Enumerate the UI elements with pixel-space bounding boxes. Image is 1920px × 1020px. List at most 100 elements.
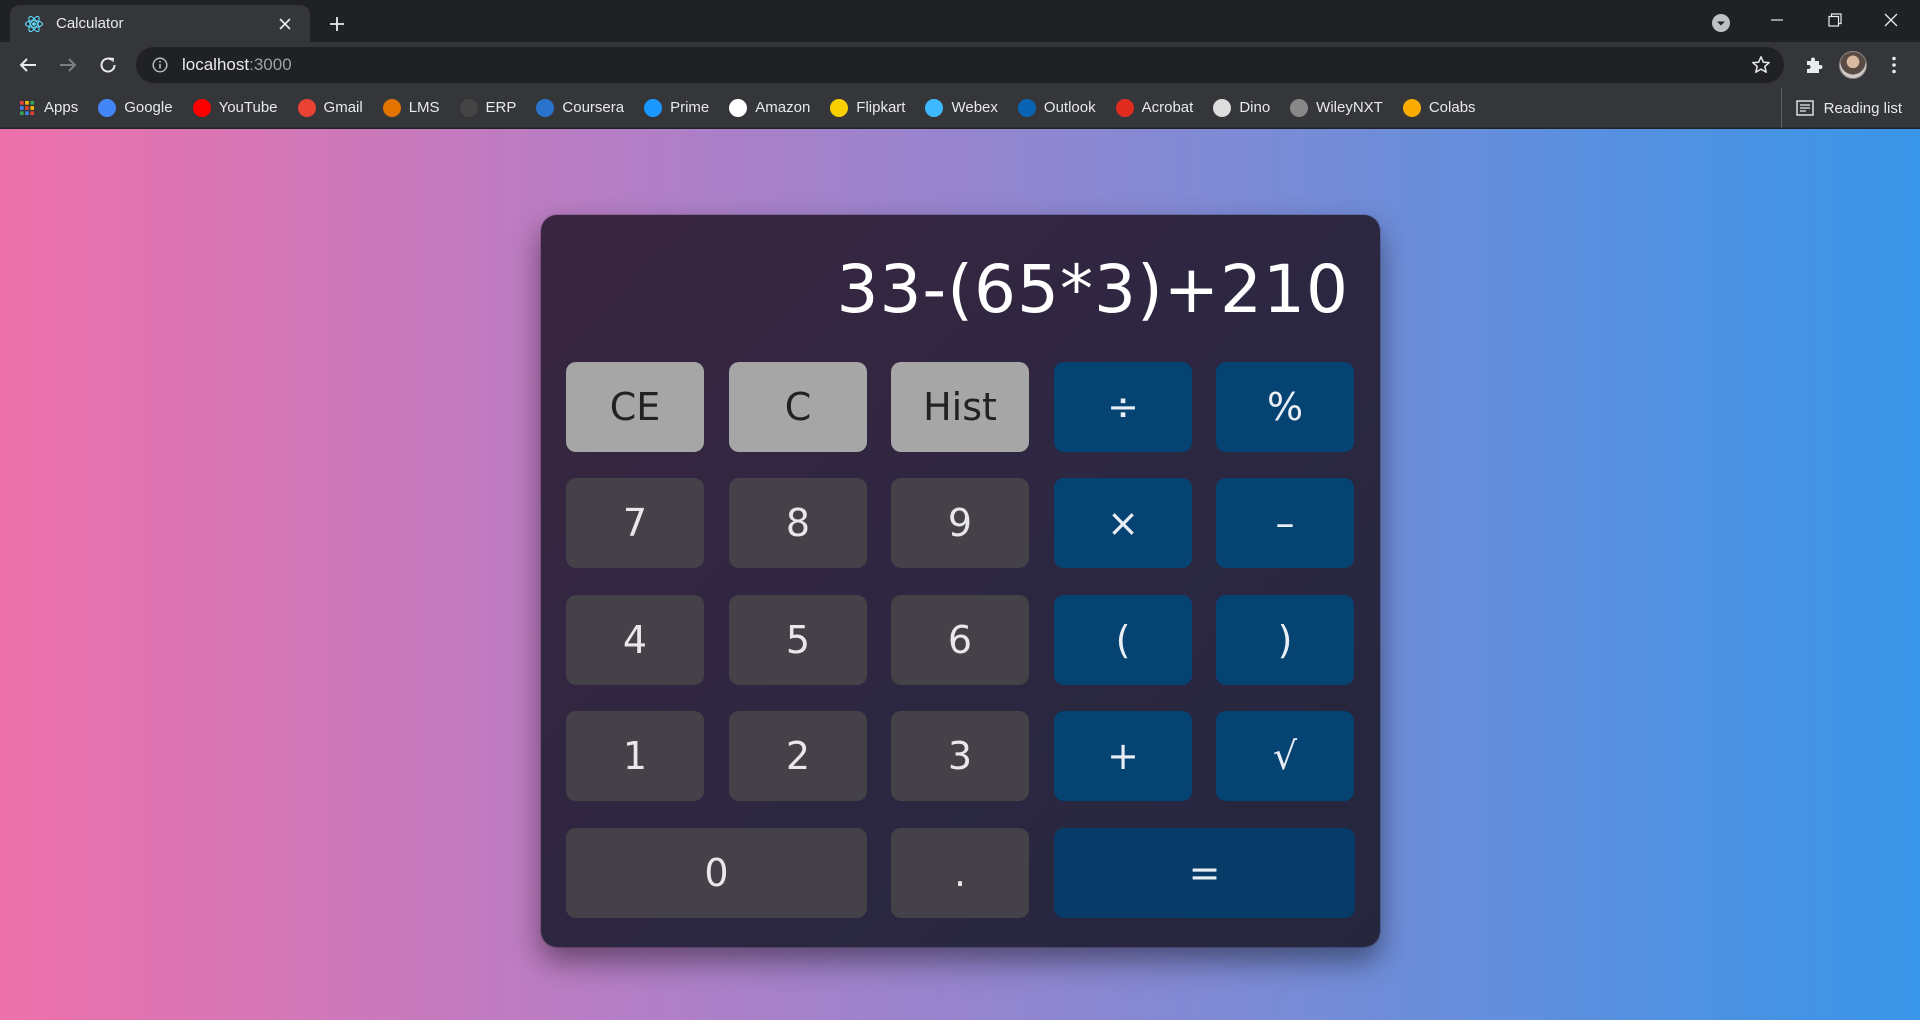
tab-strip: Calculator	[0, 0, 1920, 42]
equals-button[interactable]: =	[1054, 828, 1355, 918]
bookmark-label: Outlook	[1043, 99, 1096, 116]
bookmark-webex[interactable]: Webex	[925, 98, 998, 117]
bookmark-label: Amazon	[755, 99, 811, 116]
bookmark-label: Apps	[44, 99, 79, 116]
bookmark-label: Gmail	[323, 99, 363, 116]
bookmark-label: ERP	[485, 99, 517, 116]
bookmark-label: Colabs	[1428, 99, 1476, 116]
clear-entry-button[interactable]: CE	[566, 362, 704, 452]
apps-grid-icon	[18, 99, 36, 117]
divide-button[interactable]: ÷	[1054, 362, 1192, 452]
colab-icon	[1402, 98, 1421, 117]
tab-calculator[interactable]: Calculator	[10, 5, 310, 42]
amazon-icon	[729, 98, 748, 117]
tab-search-icon[interactable]	[1708, 10, 1734, 36]
browser-toolbar: localhost:3000	[0, 42, 1920, 88]
page-background: 33-(65*3)+210 CE C Hist ÷% 7 8 9 × – 4 5 6 () 1 2 3 + √ 0.…	[0, 129, 1920, 1020]
back-arrow-icon[interactable]	[12, 49, 44, 81]
bookmark-dino[interactable]: Dino	[1213, 98, 1271, 117]
bookmark-apps[interactable]: Apps	[18, 99, 78, 117]
bookmark-label: Google	[124, 99, 173, 116]
webex-icon	[925, 98, 944, 117]
erp-icon	[459, 98, 478, 117]
subtract-button[interactable]: –	[1216, 478, 1354, 568]
digit-7-button[interactable]: 7	[566, 478, 704, 568]
bookmark-erp[interactable]: ERP	[459, 98, 517, 117]
bookmark-label: Acrobat	[1141, 99, 1194, 116]
bookmark-prime[interactable]: Prime	[644, 98, 710, 117]
wileynxt-icon	[1290, 98, 1309, 117]
sqrt-button[interactable]: √	[1216, 711, 1354, 801]
decimal-button[interactable]: .	[891, 828, 1029, 918]
tab-close-icon[interactable]	[274, 13, 296, 35]
google-icon	[98, 98, 117, 117]
site-info-icon[interactable]	[150, 55, 170, 75]
youtube-icon	[192, 98, 211, 117]
dino-icon	[1213, 98, 1232, 117]
digit-4-button[interactable]: 4	[566, 595, 704, 685]
bookmark-flipkart[interactable]: Flipkart	[830, 98, 906, 117]
open-paren-button[interactable]: (	[1054, 595, 1192, 685]
flipkart-icon	[830, 98, 849, 117]
bookmarks-bar: Apps Google YouTube Gmail LMS ERP Coursera Prim…	[0, 88, 1920, 128]
tab-title: Calculator	[56, 15, 124, 32]
bookmark-acrobat[interactable]: Acrobat	[1115, 98, 1194, 117]
digit-1-button[interactable]: 1	[566, 711, 704, 801]
profile-avatar[interactable]	[1839, 51, 1867, 79]
add-button[interactable]: +	[1054, 711, 1192, 801]
window-close-icon[interactable]	[1866, 4, 1916, 36]
forward-arrow-icon[interactable]	[52, 49, 84, 81]
digit-5-button[interactable]: 5	[729, 595, 867, 685]
acrobat-icon	[1115, 98, 1134, 117]
multiply-button[interactable]: ×	[1054, 478, 1192, 568]
new-tab-icon[interactable]	[322, 9, 352, 39]
address-bar[interactable]: localhost:3000	[136, 47, 1784, 83]
bookmark-outlook[interactable]: Outlook	[1017, 98, 1096, 117]
bookmark-google[interactable]: Google	[98, 98, 173, 117]
reading-list-icon	[1795, 100, 1814, 116]
bookmark-wileynxt[interactable]: WileyNXT	[1290, 98, 1383, 117]
lms-icon	[382, 98, 401, 117]
percent-button[interactable]: %	[1216, 362, 1354, 452]
digit-0-button[interactable]: 0	[566, 828, 867, 918]
coursera-icon	[536, 98, 555, 117]
url-port: :3000	[249, 55, 292, 74]
bookmark-youtube[interactable]: YouTube	[192, 98, 278, 117]
bookmark-label: Webex	[951, 99, 998, 116]
bookmark-label: Dino	[1239, 99, 1271, 116]
digit-2-button[interactable]: 2	[729, 711, 867, 801]
reload-icon[interactable]	[92, 49, 124, 81]
prime-video-icon	[644, 98, 663, 117]
outlook-icon	[1017, 98, 1036, 117]
close-paren-button[interactable]: )	[1216, 595, 1354, 685]
bookmark-label: Coursera	[562, 99, 625, 116]
history-button[interactable]: Hist	[891, 362, 1029, 452]
reading-list-button[interactable]: Reading list	[1780, 88, 1902, 128]
reading-list-label: Reading list	[1823, 99, 1902, 117]
calculator-display: 33-(65*3)+210	[836, 250, 1349, 328]
bookmark-star-icon[interactable]	[1750, 54, 1772, 76]
calculator-panel: 33-(65*3)+210 CE C Hist ÷% 7 8 9 × – 4 5 6 () 1 2 3 + √ 0.…	[541, 215, 1380, 947]
bookmark-amazon[interactable]: Amazon	[729, 98, 811, 117]
bookmark-label: Flipkart	[856, 99, 906, 116]
digit-3-button[interactable]: 3	[891, 711, 1029, 801]
digit-6-button[interactable]: 6	[891, 595, 1029, 685]
digit-8-button[interactable]: 8	[729, 478, 867, 568]
bookmark-lms[interactable]: LMS	[382, 98, 440, 117]
extensions-puzzle-icon[interactable]	[1798, 49, 1830, 81]
bookmark-coursera[interactable]: Coursera	[536, 98, 625, 117]
gmail-icon	[297, 98, 316, 117]
react-icon	[24, 14, 44, 34]
bookmark-label: WileyNXT	[1316, 99, 1383, 116]
bookmark-gmail[interactable]: Gmail	[297, 98, 363, 117]
digit-9-button[interactable]: 9	[891, 478, 1029, 568]
bookmark-colabs[interactable]: Colabs	[1402, 98, 1476, 117]
minimize-icon[interactable]	[1752, 4, 1802, 36]
url-host: localhost	[182, 55, 250, 74]
bookmark-label: YouTube	[218, 99, 278, 116]
restore-icon[interactable]	[1810, 4, 1860, 36]
clear-button[interactable]: C	[729, 362, 867, 452]
bookmark-label: Prime	[670, 99, 710, 116]
kebab-menu-icon[interactable]	[1878, 49, 1910, 81]
bookmark-label: LMS	[408, 99, 440, 116]
